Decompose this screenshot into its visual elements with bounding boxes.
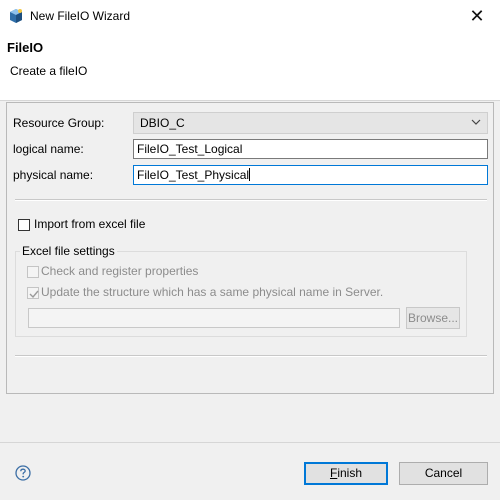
check-register-checkbox[interactable] (27, 266, 39, 278)
browse-button[interactable]: Browse... (406, 307, 460, 329)
excel-settings-title: Excel file settings (20, 244, 117, 258)
title-bar: New FileIO Wizard ✕ (0, 0, 500, 32)
checkmark-icon (29, 290, 39, 299)
page-title: FileIO (7, 40, 44, 55)
excel-settings-group: Excel file settings Check and register p… (15, 244, 467, 337)
window-title: New FileIO Wizard (30, 9, 131, 23)
import-excel-checkbox[interactable] (18, 219, 30, 231)
chevron-down-icon (471, 119, 481, 125)
finish-button[interactable]: Finish (304, 462, 388, 485)
wizard-icon (10, 9, 22, 23)
resource-group-value: DBIO_C (140, 116, 185, 130)
divider (15, 355, 487, 357)
wizard-banner: FileIO Create a fileIO (0, 32, 500, 101)
resource-group-label: Resource Group: (13, 116, 105, 130)
footer-divider (0, 442, 500, 443)
resource-group-select[interactable]: DBIO_C (133, 112, 488, 134)
logical-name-label: logical name: (13, 142, 84, 156)
physical-name-value: FileIO_Test_Physical (137, 168, 250, 182)
excel-file-path-field[interactable] (28, 308, 400, 328)
divider (15, 199, 487, 201)
close-icon: ✕ (469, 6, 485, 26)
text-cursor (249, 168, 251, 181)
update-structure-label: Update the structure which has a same ph… (41, 285, 384, 299)
page-description: Create a fileIO (10, 64, 88, 78)
form-panel: Resource Group: DBIO_C logical name: Fil… (6, 102, 494, 394)
finish-label: inish (337, 466, 363, 480)
import-excel-label[interactable]: Import from excel file (34, 217, 145, 231)
logical-name-field[interactable]: FileIO_Test_Logical (133, 139, 488, 159)
cancel-button[interactable]: Cancel (399, 462, 488, 485)
physical-name-field[interactable]: FileIO_Test_Physical (133, 165, 488, 185)
physical-name-label: physical name: (13, 168, 94, 182)
close-button[interactable]: ✕ (454, 0, 500, 32)
check-register-label: Check and register properties (41, 264, 199, 278)
help-icon[interactable] (15, 465, 31, 481)
update-structure-checkbox[interactable] (27, 287, 39, 299)
logical-name-value: FileIO_Test_Logical (137, 142, 243, 156)
